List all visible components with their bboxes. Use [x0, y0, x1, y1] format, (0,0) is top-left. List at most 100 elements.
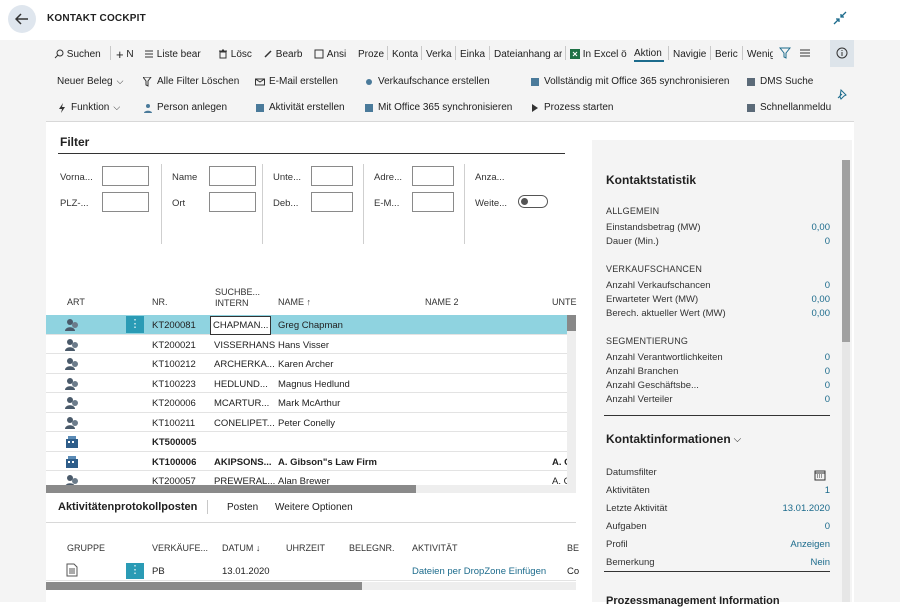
new-button[interactable]: + N — [116, 46, 142, 62]
create-opportunity-button[interactable]: Verkaufschance erstellen — [364, 76, 490, 87]
start-process-button[interactable]: Prozess starten — [530, 102, 613, 113]
sales-menu[interactable]: Verka — [426, 46, 452, 62]
stat-value[interactable]: 0,00 — [812, 222, 831, 233]
cell-name[interactable]: A. Gibson"s Law Firm — [278, 457, 377, 468]
contact-menu[interactable]: Konta — [392, 46, 418, 62]
city-filter-input[interactable] — [209, 192, 256, 212]
col-header-time[interactable]: UHRZEIT — [286, 543, 325, 554]
process-menu[interactable]: Proze — [358, 46, 384, 62]
stat-value[interactable]: 0 — [825, 380, 830, 391]
info-value[interactable]: Nein — [810, 557, 830, 568]
cell-no[interactable]: KT100212 — [152, 359, 196, 370]
col-header-name2[interactable]: NAME 2 — [425, 297, 459, 308]
stat-value[interactable]: 0 — [825, 366, 830, 377]
tab-more-options[interactable]: Weitere Optionen — [275, 502, 353, 513]
cell-search[interactable]: ARCHERKA... — [214, 359, 275, 370]
scrollbar-thumb[interactable] — [567, 315, 576, 331]
cell-no[interactable]: KT200006 — [152, 398, 196, 409]
info-value[interactable]: 1 — [825, 485, 830, 496]
info-value[interactable]: 13.01.2020 — [782, 503, 830, 514]
cell-name[interactable]: Mark McArthur — [278, 398, 340, 409]
table-row[interactable]: ⋮ KT200081 CHAPMAN... Greg Chapman — [46, 315, 576, 335]
table-row[interactable]: KT200006 MCARTUR... Mark McArthur — [46, 393, 576, 413]
cell-no[interactable]: KT100211 — [152, 418, 195, 429]
table-row[interactable]: KT100211 CONELIPET... Peter Conelly — [46, 413, 576, 432]
col-header-group[interactable]: GRUPPE — [67, 543, 105, 554]
more-toggle[interactable] — [518, 195, 548, 208]
cell-no[interactable]: KT100006 — [152, 457, 196, 468]
cell-no[interactable]: KT200081 — [152, 320, 196, 331]
cell-search[interactable]: MCARTUR... — [214, 398, 269, 409]
cell-name[interactable]: Alan Brewer — [278, 476, 330, 485]
company-filter-input[interactable] — [311, 166, 353, 186]
debitor-filter-input[interactable] — [311, 192, 353, 212]
col-header-date[interactable]: DATUM ↓ — [222, 543, 260, 554]
cell-name[interactable]: Hans Visser — [278, 340, 329, 351]
col-header-search2[interactable]: INTERN — [215, 298, 249, 309]
collapse-icon[interactable] — [832, 10, 848, 26]
actions-tab[interactable]: Aktion — [634, 46, 664, 62]
col-header-docno[interactable]: BELEGNR. — [349, 543, 395, 554]
function-menu[interactable]: Funktion ⌵ — [57, 102, 120, 113]
list-view-icon[interactable] — [799, 47, 811, 59]
cell-no[interactable]: KT100223 — [152, 379, 196, 390]
delete-button[interactable]: Lösc — [218, 46, 254, 62]
col-header-activity[interactable]: AKTIVITÄT — [412, 543, 458, 554]
row-menu-button[interactable]: ⋮ — [126, 316, 144, 333]
attachment-menu[interactable]: Dateianhang ar — [494, 46, 562, 62]
dms-search-button[interactable]: DMS Suche — [746, 76, 813, 87]
scrollbar-thumb[interactable] — [46, 485, 416, 493]
create-email-button[interactable]: E-Mail erstellen — [255, 76, 338, 87]
table-row[interactable]: KT100223 HEDLUND... Magnus Hedlund — [46, 374, 576, 393]
email-filter-input[interactable] — [412, 192, 454, 212]
cell-extra[interactable]: Co — [567, 566, 579, 577]
col-header-type[interactable]: ART — [67, 297, 85, 308]
scrollbar-thumb[interactable] — [842, 160, 850, 342]
create-activity-button[interactable]: Aktivität erstellen — [255, 102, 345, 113]
stat-value[interactable]: 0 — [825, 352, 830, 363]
table-row[interactable]: KT200057 PREWERAL... Alan Brewer A. G — [46, 471, 576, 485]
fewer-options-button[interactable]: Wenig — [747, 46, 773, 62]
sync-office365-button[interactable]: Mit Office 365 synchronisieren — [364, 102, 512, 113]
stat-value[interactable]: 0 — [825, 236, 830, 247]
table-row[interactable]: ⋮ PB 13.01.2020 Dateien per DropZone Ein… — [46, 561, 579, 581]
add-person-button[interactable]: Person anlegen — [143, 102, 227, 113]
col-header-search1[interactable]: SUCHBE... — [215, 287, 260, 298]
first-name-filter-input[interactable] — [102, 166, 149, 186]
row-menu-button[interactable]: ⋮ — [126, 563, 144, 579]
cell-search[interactable]: CONELIPET... — [214, 418, 275, 429]
stat-value[interactable]: 0,00 — [812, 294, 831, 305]
sync-office365-full-button[interactable]: Vollständig mit Office 365 synchronisier… — [530, 76, 729, 87]
purchase-menu[interactable]: Einka — [460, 46, 486, 62]
cell-date[interactable]: 13.01.2020 — [222, 566, 270, 577]
process-info-heading[interactable]: Prozessmanagement Information — [606, 595, 780, 607]
info-value[interactable]: Anzeigen — [790, 539, 830, 550]
stat-value[interactable]: 0 — [825, 280, 830, 291]
cell-no[interactable]: KT200021 — [152, 340, 196, 351]
table-row[interactable]: KT100006 AKIPSONS... A. Gibson"s Law Fir… — [46, 452, 576, 471]
stat-value[interactable]: 0 — [825, 394, 830, 405]
pin-icon[interactable] — [836, 88, 848, 100]
filter-icon[interactable] — [779, 47, 791, 59]
cell-search[interactable]: VISSERHANS — [214, 340, 275, 351]
col-header-extra[interactable]: BE — [567, 543, 579, 554]
excel-button[interactable]: In Excel ö — [570, 46, 628, 62]
cell-seller[interactable]: PB — [152, 566, 165, 577]
postcode-filter-input[interactable] — [102, 192, 149, 212]
info-pane-toggle[interactable] — [830, 40, 854, 67]
back-button[interactable] — [8, 5, 36, 33]
cell-search[interactable]: HEDLUND... — [214, 379, 268, 390]
col-header-company[interactable]: UNTE — [552, 297, 577, 308]
edit-button[interactable]: Bearb — [263, 46, 307, 62]
cell-name[interactable]: Karen Archer — [278, 359, 333, 370]
col-header-no[interactable]: NR. — [152, 297, 168, 308]
table-row[interactable]: KT500005 — [46, 432, 576, 452]
clear-filters-button[interactable]: Alle Filter Löschen — [143, 76, 239, 87]
col-header-name[interactable]: NAME ↑ — [278, 297, 311, 308]
table-vertical-scrollbar[interactable] — [567, 315, 576, 485]
stat-value[interactable]: 0,00 — [812, 308, 831, 319]
table-row[interactable]: KT100212 ARCHERKA... Karen Archer — [46, 354, 576, 374]
cell-name[interactable]: Magnus Hedlund — [278, 379, 350, 390]
name-filter-input[interactable] — [209, 166, 256, 186]
navigate-tab[interactable]: Navigie — [673, 46, 707, 62]
